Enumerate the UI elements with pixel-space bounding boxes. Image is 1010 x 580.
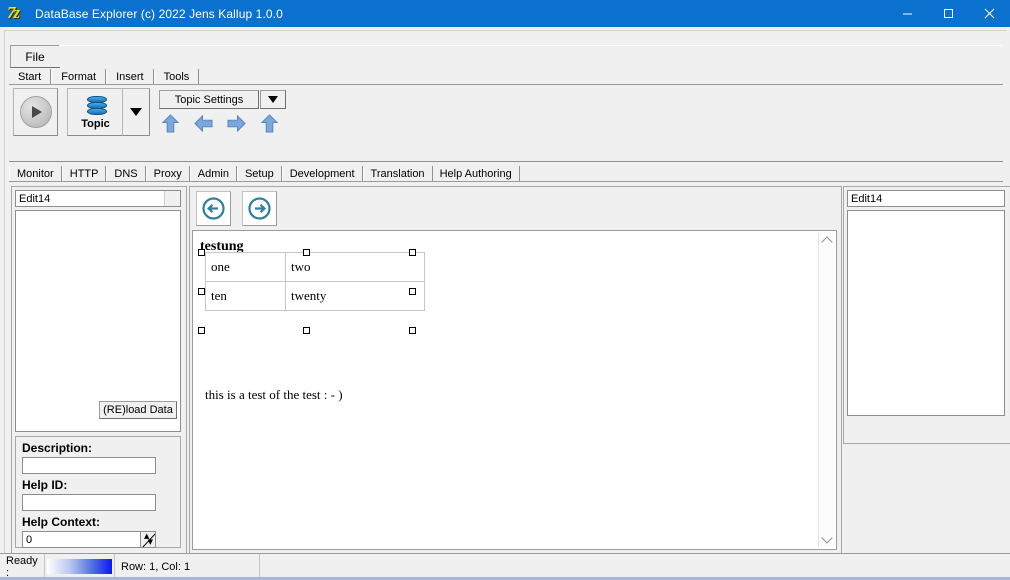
selection-handle-e[interactable] [409, 288, 416, 295]
chevron-up-icon[interactable] [819, 232, 835, 249]
document-body-text: this is a test of the test : - ) [205, 387, 343, 402]
right-combo[interactable]: Edit14 [847, 190, 1005, 207]
table-row[interactable]: ten twenty [205, 281, 425, 311]
ribbon: Start Format Insert Tools Topic Topic Se… [9, 68, 1003, 165]
minimize-icon[interactable] [887, 0, 928, 27]
caret-down-icon [130, 108, 142, 116]
run-icon [19, 96, 52, 128]
status-rowcol-label: Row: 1, Col: 1 [115, 554, 260, 579]
editor-panel: testung one two ten twenty this is a tes… [189, 186, 842, 554]
document-vertical-scrollbar[interactable] [818, 232, 835, 548]
help-context-field[interactable]: 0 ▲ ▼ [22, 531, 156, 548]
maximize-icon[interactable] [928, 0, 969, 27]
ribbon-body: Topic Topic Settings [9, 84, 1003, 162]
reload-data-button[interactable]: (RE)load Data [99, 401, 177, 419]
topic-button[interactable]: Topic [67, 88, 124, 136]
title-bar: 7z DataBase Explorer (c) 2022 Jens Kallu… [0, 0, 1010, 27]
circle-arrow-left-icon [202, 197, 225, 220]
close-icon[interactable] [969, 0, 1010, 27]
editor-nav-toolbar [190, 187, 839, 228]
status-extra [260, 554, 1010, 579]
left-combo-stub[interactable] [164, 191, 180, 206]
description-label: Description: [22, 441, 93, 455]
arrow-up-2-icon[interactable] [260, 113, 279, 133]
left-form: Description: Help ID: Help Context: 0 ▲ … [15, 436, 181, 548]
document-content: testung one two ten twenty this is a tes… [193, 231, 819, 549]
selection-handle-w[interactable] [198, 288, 205, 295]
left-panel: Edit14 (RE)load Data Description: Help I… [11, 186, 187, 554]
document-area[interactable]: testung one two ten twenty this is a tes… [192, 230, 837, 550]
arrow-up-icon[interactable] [161, 113, 180, 133]
menu-bar: File [5, 45, 1005, 68]
selection-handle-n[interactable] [303, 249, 310, 256]
page-tab-translation[interactable]: Translation [362, 166, 433, 181]
help-id-field[interactable] [22, 494, 156, 511]
selection-handle-se[interactable] [409, 327, 416, 334]
page-tab-proxy[interactable]: Proxy [145, 166, 190, 181]
progress-bar [47, 559, 112, 574]
page-tab-setup[interactable]: Setup [236, 166, 282, 181]
page-tab-help-authoring[interactable]: Help Authoring [433, 166, 520, 181]
table-cell[interactable]: one [205, 252, 286, 282]
help-id-label: Help ID: [22, 478, 68, 492]
help-context-label: Help Context: [22, 515, 100, 529]
menu-item-file[interactable]: File [10, 45, 60, 68]
window-title: DataBase Explorer (c) 2022 Jens Kallup 1… [35, 6, 283, 21]
arrow-left-icon[interactable] [194, 114, 213, 133]
chevron-down-icon[interactable] [819, 531, 835, 548]
page-tab-development[interactable]: Development [281, 166, 363, 181]
ribbon-tab-format[interactable]: Format [51, 69, 107, 84]
left-list-box[interactable]: (RE)load Data [15, 210, 181, 432]
caret-down-small-icon [268, 96, 278, 103]
document-table[interactable]: one two ten twenty [205, 252, 425, 311]
topic-settings-button[interactable]: Topic Settings [159, 90, 259, 109]
page-tab-underline [9, 181, 1003, 182]
page-tab-dns[interactable]: DNS [106, 166, 146, 181]
left-combo[interactable]: Edit14 [15, 190, 181, 207]
description-field[interactable] [22, 457, 156, 474]
run-button[interactable] [13, 88, 58, 136]
client-inner: File Start Format Insert Tools Topic Top… [4, 30, 1010, 577]
database-stack-icon [85, 95, 107, 117]
table-cell[interactable]: ten [205, 281, 286, 311]
client-area: File Start Format Insert Tools Topic Top… [0, 27, 1010, 579]
right-panel: Edit14 [843, 186, 1010, 444]
table-row[interactable]: one two [205, 252, 425, 282]
topic-button-label: Topic [81, 117, 110, 130]
selection-handle-sw[interactable] [198, 327, 205, 334]
right-list-box[interactable] [847, 210, 1005, 416]
ribbon-divider [9, 161, 1003, 162]
page-tab-admin[interactable]: Admin [189, 166, 237, 181]
page-tab-strip: Monitor HTTP DNS Proxy Admin Setup Devel… [9, 165, 1003, 181]
ribbon-tab-tools[interactable]: Tools [153, 69, 200, 84]
nav-back-button[interactable] [196, 191, 231, 226]
ribbon-tab-strip: Start Format Insert Tools [9, 68, 1003, 84]
menu-bar-filler [59, 45, 1002, 67]
selection-handle-s[interactable] [303, 327, 310, 334]
table-cell[interactable]: twenty [285, 281, 425, 311]
ribbon-tab-insert[interactable]: Insert [106, 69, 154, 84]
page-tab-http[interactable]: HTTP [61, 166, 107, 181]
arrow-right-icon[interactable] [227, 114, 246, 133]
application-window: 7z DataBase Explorer (c) 2022 Jens Kallu… [0, 0, 1010, 580]
ribbon-tab-start[interactable]: Start [9, 69, 52, 84]
circle-arrow-right-icon [248, 197, 271, 220]
app-icon: 7z [7, 2, 20, 22]
status-progress [45, 554, 115, 579]
table-cell[interactable]: two [285, 252, 425, 282]
left-combo-value: Edit14 [19, 192, 51, 205]
window-controls [887, 0, 1010, 27]
nav-forward-button[interactable] [242, 191, 277, 226]
topic-settings-dropdown-button[interactable] [260, 90, 286, 109]
status-ready-label: Ready : [0, 554, 45, 579]
selection-handle-ne[interactable] [409, 249, 416, 256]
ribbon-arrow-group [161, 111, 281, 135]
help-context-value: 0 [26, 533, 33, 546]
status-bar: Ready : Row: 1, Col: 1 [0, 553, 1010, 580]
page-tab-monitor[interactable]: Monitor [9, 166, 62, 181]
topic-dropdown-button[interactable] [122, 88, 150, 136]
selection-handle-nw[interactable] [198, 249, 205, 256]
help-context-spinner[interactable]: ▲ ▼ [140, 531, 156, 548]
